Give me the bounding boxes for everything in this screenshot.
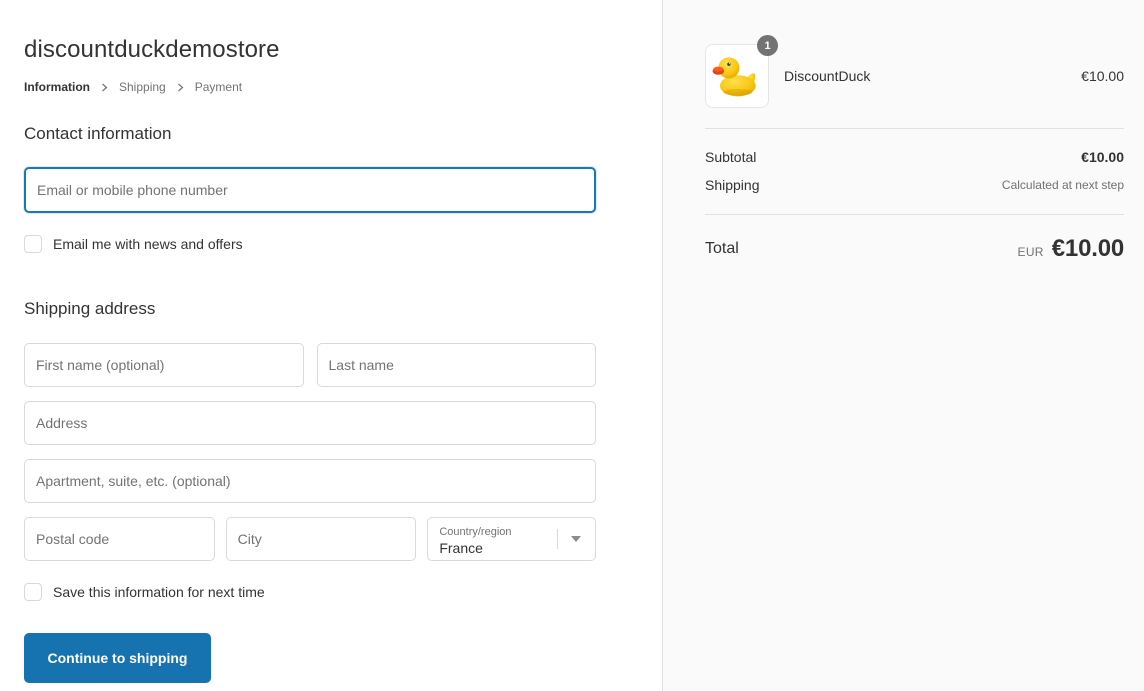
breadcrumb-information: Information [24,80,90,94]
save-info-row: Save this information for next time [24,583,596,601]
breadcrumb-payment[interactable]: Payment [195,80,242,94]
cart-line-item: 1 DiscountDuck €10.00 [705,44,1124,108]
shipping-row: Shipping Calculated at next step [705,177,1124,193]
subtotal-value: €10.00 [1081,149,1124,165]
summary-divider [705,128,1124,129]
shipping-value: Calculated at next step [1002,178,1124,192]
quantity-badge: 1 [757,35,778,56]
product-name: DiscountDuck [784,68,1081,84]
breadcrumb-shipping[interactable]: Shipping [119,80,166,94]
continue-to-shipping-button[interactable]: Continue to shipping [24,633,211,683]
rubber-duck-image [711,50,763,102]
contact-information-heading: Contact information [24,124,596,144]
chevron-down-icon [557,518,595,560]
last-name-input[interactable] [317,343,597,387]
city-input[interactable] [226,517,417,561]
subtotal-row: Subtotal €10.00 [705,149,1124,165]
address-input[interactable] [24,401,596,445]
country-region-value: France [439,540,557,558]
checkout-main: discountduckdemostore Information Shippi… [0,0,663,691]
apartment-input[interactable] [24,459,596,503]
postal-code-input[interactable] [24,517,215,561]
total-currency: EUR [1018,245,1044,259]
store-name[interactable]: discountduckdemostore [24,36,596,64]
newsletter-checkbox[interactable] [24,235,42,253]
newsletter-optin-row: Email me with news and offers [24,235,596,253]
newsletter-label[interactable]: Email me with news and offers [53,236,243,252]
first-name-input[interactable] [24,343,304,387]
order-summary-sidebar: 1 DiscountDuck €10.00 Subtotal €10.00 Sh… [663,0,1144,691]
total-value: €10.00 [1052,235,1124,263]
total-row: Total EUR €10.00 [705,235,1124,263]
save-info-checkbox[interactable] [24,583,42,601]
product-price: €10.00 [1081,68,1124,84]
save-info-label[interactable]: Save this information for next time [53,584,265,600]
shipping-address-heading: Shipping address [24,299,596,319]
breadcrumb-separator-icon [100,83,109,92]
country-region-label: Country/region [439,526,557,540]
total-label: Total [705,240,739,258]
subtotal-label: Subtotal [705,149,756,165]
shipping-label: Shipping [705,177,760,193]
product-thumbnail [705,44,769,108]
country-region-select[interactable]: Country/region France [427,517,596,561]
breadcrumb: Information Shipping Payment [24,80,596,94]
email-input[interactable] [24,167,596,213]
total-divider [705,214,1124,215]
breadcrumb-separator-icon [176,83,185,92]
